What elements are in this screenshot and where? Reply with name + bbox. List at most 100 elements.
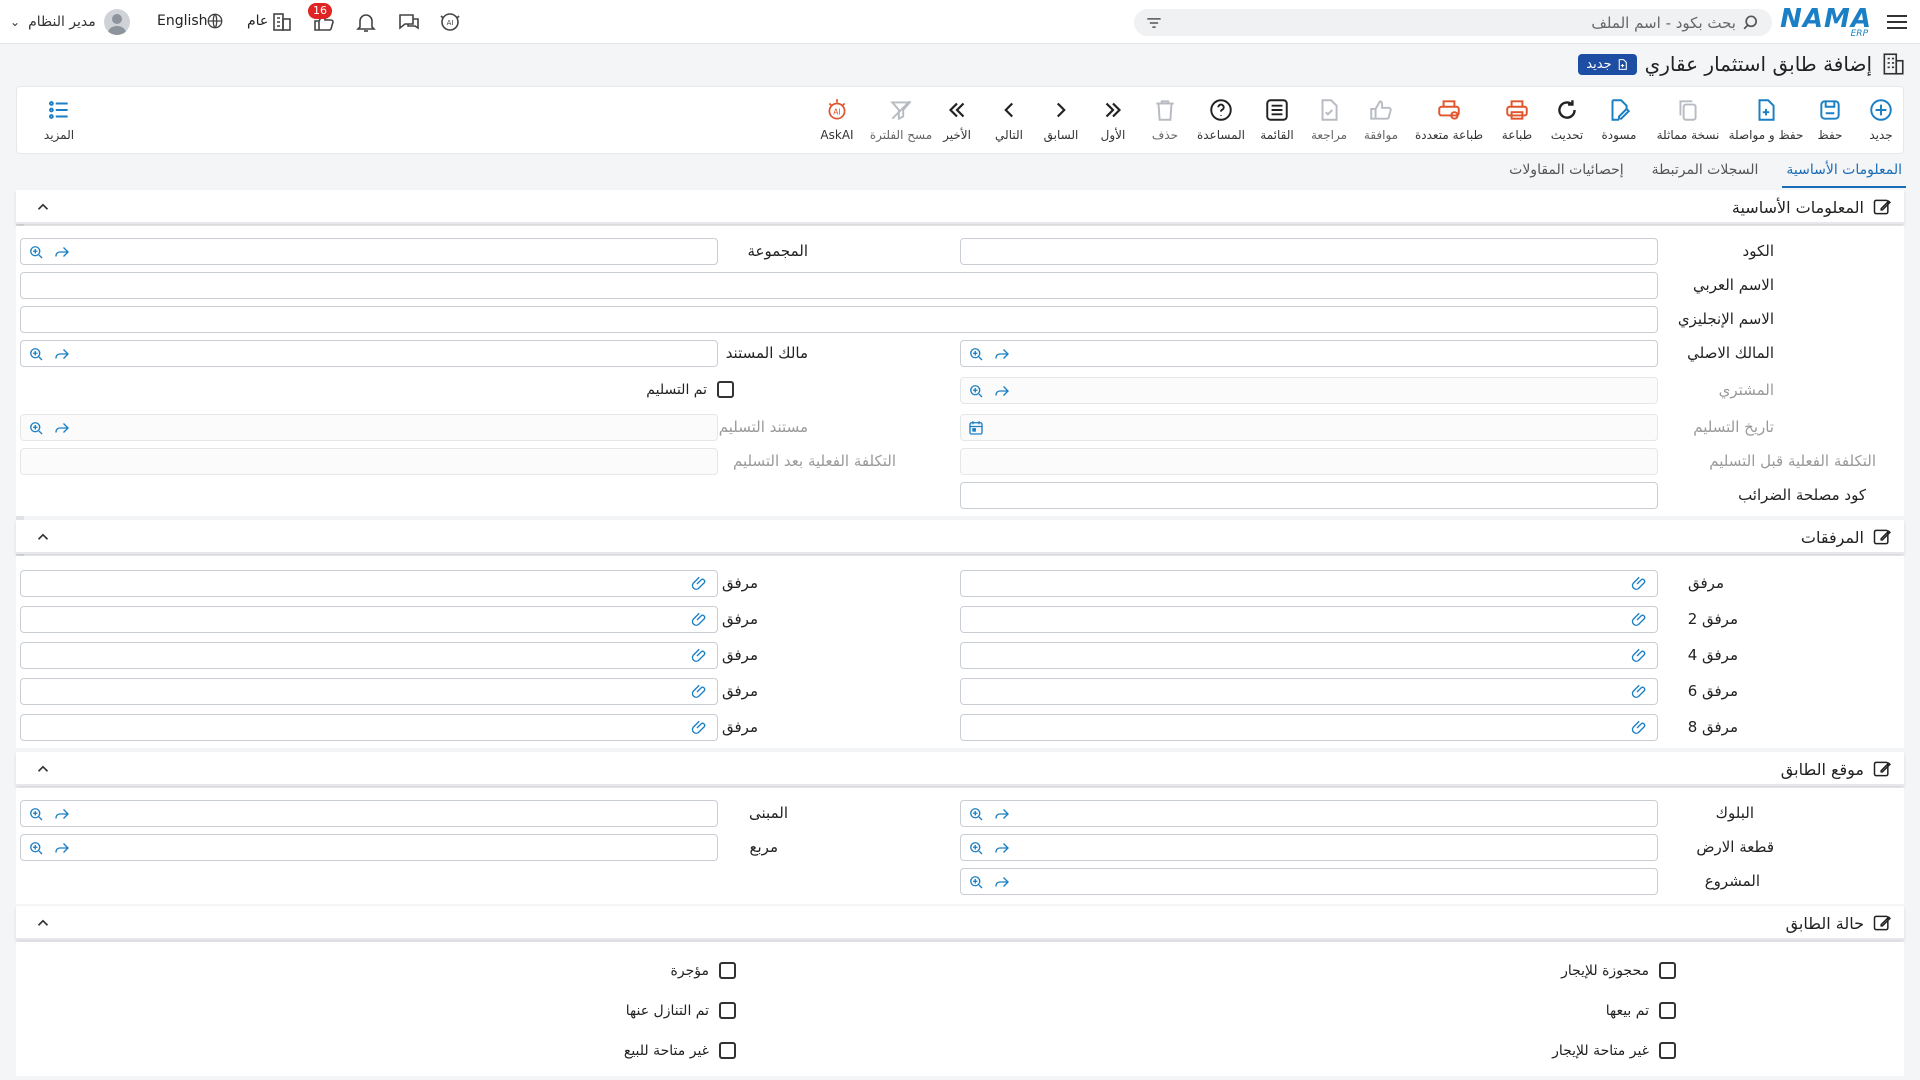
attachment-5-field[interactable]	[20, 642, 718, 669]
calendar-icon[interactable]	[967, 419, 985, 437]
tab-contracting-stats[interactable]: إحصائيات المقاولات	[1505, 160, 1628, 188]
section-header-basic[interactable]: المعلومات الأساسية	[16, 190, 1904, 224]
search-icon[interactable]	[1742, 13, 1762, 33]
search-lookup-icon[interactable]	[27, 839, 45, 857]
save-continue-button[interactable]: حفظ و مواصلة	[1723, 97, 1809, 142]
paperclip-icon[interactable]	[691, 611, 709, 629]
section-header-status[interactable]: حالة الطابق	[16, 906, 1904, 940]
cost-before-field[interactable]	[960, 448, 1658, 475]
globe-icon[interactable]	[206, 12, 224, 30]
delivered-checkbox[interactable]: تم التسليم	[646, 381, 734, 398]
reserved-for-rent-checkbox[interactable]: محجوزة للإيجار	[1561, 962, 1676, 979]
more-button[interactable]: المزيد	[27, 97, 91, 142]
nama-logo[interactable]: NAMA ERP	[1780, 4, 1872, 39]
bell-icon[interactable]	[354, 10, 378, 34]
share-arrow-icon[interactable]	[53, 805, 71, 823]
search-lookup-icon[interactable]	[967, 873, 985, 891]
search-lookup-icon[interactable]	[967, 345, 985, 363]
tab-related-records[interactable]: السجلات المرتبطة	[1648, 160, 1763, 188]
attachment-9-field[interactable]	[20, 714, 718, 741]
search-lookup-icon[interactable]	[27, 805, 45, 823]
land-plot-field[interactable]	[960, 834, 1658, 861]
chevron-up-icon[interactable]	[34, 760, 52, 778]
paperclip-icon[interactable]	[691, 575, 709, 593]
delivery-date-field[interactable]	[960, 414, 1658, 441]
search-lookup-icon[interactable]	[967, 382, 985, 400]
building-icon[interactable]	[270, 10, 294, 34]
hamburger-menu-icon[interactable]	[1884, 9, 1910, 35]
branch-label[interactable]: عام	[247, 13, 268, 29]
search-lookup-icon[interactable]	[967, 839, 985, 857]
buyer-field[interactable]	[960, 377, 1658, 404]
print-button[interactable]: طباعة	[1485, 97, 1549, 142]
attachment-8-field[interactable]	[960, 714, 1658, 741]
attachment-6-field[interactable]	[960, 678, 1658, 705]
approvals-thumbs-up-icon[interactable]: 16	[308, 3, 336, 34]
search-lookup-icon[interactable]	[27, 345, 45, 363]
code-field[interactable]	[960, 238, 1658, 265]
user-menu[interactable]: ⌄ مدير النظام	[10, 7, 130, 37]
block-field[interactable]	[960, 800, 1658, 827]
askai-button[interactable]: AI AskAI	[805, 97, 869, 142]
checkbox-box[interactable]	[719, 1002, 736, 1019]
section-header-attachments[interactable]: المرفقات	[16, 520, 1904, 554]
project-field[interactable]	[960, 868, 1658, 895]
multi-print-button[interactable]: طباعة متعددة	[1407, 97, 1491, 142]
paperclip-icon[interactable]	[691, 683, 709, 701]
arabic-name-field[interactable]	[20, 272, 1658, 299]
ai-assistant-icon[interactable]: AI	[438, 10, 462, 34]
share-arrow-icon[interactable]	[993, 382, 1011, 400]
checkbox-box[interactable]	[1659, 962, 1676, 979]
paperclip-icon[interactable]	[691, 719, 709, 737]
chevron-up-icon[interactable]	[34, 914, 52, 932]
search-lookup-icon[interactable]	[27, 419, 45, 437]
paperclip-icon[interactable]	[691, 647, 709, 665]
chevron-up-icon[interactable]	[34, 198, 52, 216]
attachment-field[interactable]	[960, 570, 1658, 597]
checkbox-box[interactable]	[719, 1042, 736, 1059]
attachment-1-field[interactable]	[20, 570, 718, 597]
paperclip-icon[interactable]	[1631, 611, 1649, 629]
clear-filter-button[interactable]: مسح الفلترة	[865, 97, 937, 142]
paperclip-icon[interactable]	[1631, 575, 1649, 593]
share-arrow-icon[interactable]	[53, 839, 71, 857]
share-arrow-icon[interactable]	[993, 805, 1011, 823]
paperclip-icon[interactable]	[1631, 719, 1649, 737]
filter-icon[interactable]	[1144, 13, 1164, 33]
english-name-field[interactable]	[20, 306, 1658, 333]
group-field[interactable]	[20, 238, 718, 265]
copy-button[interactable]: نسخة مماثلة	[1647, 97, 1729, 142]
building-field[interactable]	[20, 800, 718, 827]
square-field[interactable]	[20, 834, 718, 861]
share-arrow-icon[interactable]	[993, 839, 1011, 857]
share-arrow-icon[interactable]	[993, 345, 1011, 363]
search-lookup-icon[interactable]	[27, 243, 45, 261]
chevron-up-icon[interactable]	[34, 528, 52, 546]
attachment-2-field[interactable]	[960, 606, 1658, 633]
document-owner-field[interactable]	[20, 340, 718, 367]
paperclip-icon[interactable]	[1631, 683, 1649, 701]
share-arrow-icon[interactable]	[53, 419, 71, 437]
section-header-location[interactable]: موقع الطابق	[16, 752, 1904, 786]
chat-icon[interactable]	[397, 10, 421, 34]
checkbox-box[interactable]	[1659, 1042, 1676, 1059]
waived-checkbox[interactable]: تم التنازل عنها	[626, 1002, 736, 1019]
tab-basic-info[interactable]: المعلومات الأساسية	[1782, 160, 1906, 188]
language-switch[interactable]: English	[157, 13, 208, 29]
share-arrow-icon[interactable]	[53, 345, 71, 363]
share-arrow-icon[interactable]	[53, 243, 71, 261]
global-search-input[interactable]: بحث بكود - اسم الملف	[1134, 9, 1772, 36]
not-for-rent-checkbox[interactable]: غير متاحة للإيجار	[1552, 1042, 1676, 1059]
rented-checkbox[interactable]: مؤجرة	[671, 962, 736, 979]
checkbox-box[interactable]	[719, 962, 736, 979]
tax-code-field[interactable]	[960, 482, 1658, 509]
sold-checkbox[interactable]: تم بيعها	[1606, 1002, 1676, 1019]
paperclip-icon[interactable]	[1631, 647, 1649, 665]
delivery-document-field[interactable]	[20, 414, 718, 441]
help-button[interactable]: المساعدة	[1189, 97, 1253, 142]
cost-after-field[interactable]	[20, 448, 718, 475]
checkbox-box[interactable]	[1659, 1002, 1676, 1019]
attachment-3-field[interactable]	[20, 606, 718, 633]
search-lookup-icon[interactable]	[967, 805, 985, 823]
attachment-4-field[interactable]	[960, 642, 1658, 669]
